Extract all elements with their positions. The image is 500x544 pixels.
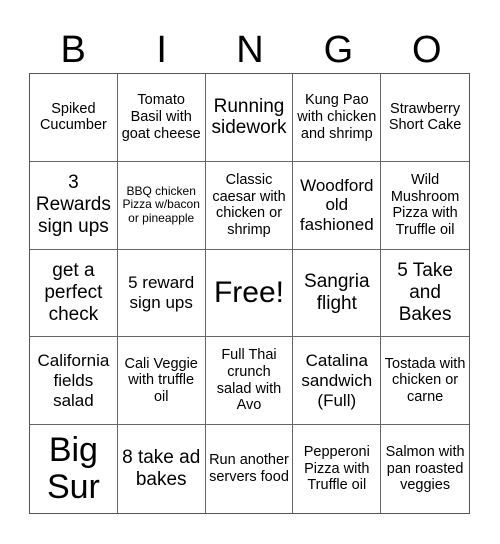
bingo-cell[interactable]: Catalina sandwich (Full) — [293, 337, 382, 426]
bingo-cell[interactable]: Wild Mushroom Pizza with Truffle oil — [381, 162, 469, 250]
bingo-cell[interactable]: get a perfect check — [30, 249, 118, 338]
bingo-cell[interactable]: Classic caesar with chicken or shrimp — [205, 161, 294, 250]
bingo-cell[interactable]: 8 take ad bakes — [118, 425, 206, 513]
bingo-board: Spiked Cucumber Tomato Basil with goat c… — [29, 73, 470, 514]
bingo-cell[interactable]: Cali Veggie with truffle oil — [117, 337, 206, 426]
header-letter-n: N — [236, 29, 264, 71]
bingo-cell[interactable]: Salmon with pan roasted veggies — [381, 425, 469, 513]
header-letter-o: O — [412, 29, 442, 71]
free-space[interactable]: Free! — [205, 249, 294, 338]
bingo-cell[interactable]: Kung Pao with chicken and shrimp — [293, 74, 382, 162]
bingo-cell[interactable]: Woodford old fashioned — [293, 161, 382, 250]
bingo-cell[interactable]: Strawberry Short Cake — [381, 74, 469, 162]
header-letter-i: I — [156, 29, 167, 71]
bingo-cell[interactable]: 3 Rewards sign ups — [30, 161, 118, 250]
header-letter-g: G — [323, 29, 354, 71]
bingo-cell[interactable]: Big Sur — [30, 425, 118, 513]
bingo-cell[interactable]: Run another servers food — [206, 425, 294, 513]
bingo-cell[interactable]: 5 Take and Bakes — [381, 250, 469, 338]
header-letter-b: B — [60, 29, 86, 71]
bingo-cell[interactable]: Tomato Basil with goat cheese — [117, 74, 206, 162]
bingo-cell[interactable]: Tostada with chicken or carne — [381, 337, 469, 426]
bingo-cell[interactable]: Running sidework — [205, 74, 294, 162]
bingo-cell[interactable]: Spiked Cucumber — [30, 74, 118, 162]
bingo-cell[interactable]: Full Thai crunch salad with Avo — [205, 337, 294, 426]
bingo-cell[interactable]: California fields salad — [30, 337, 118, 426]
bingo-cell[interactable]: BBQ chicken Pizza w/bacon or pineapple — [117, 161, 206, 250]
bingo-cell[interactable]: 5 reward sign ups — [117, 249, 206, 338]
bingo-header: B I N G O — [29, 26, 471, 74]
bingo-cell[interactable]: Sangria flight — [293, 249, 382, 338]
bingo-cell[interactable]: Pepperoni Pizza with Truffle oil — [293, 425, 382, 513]
